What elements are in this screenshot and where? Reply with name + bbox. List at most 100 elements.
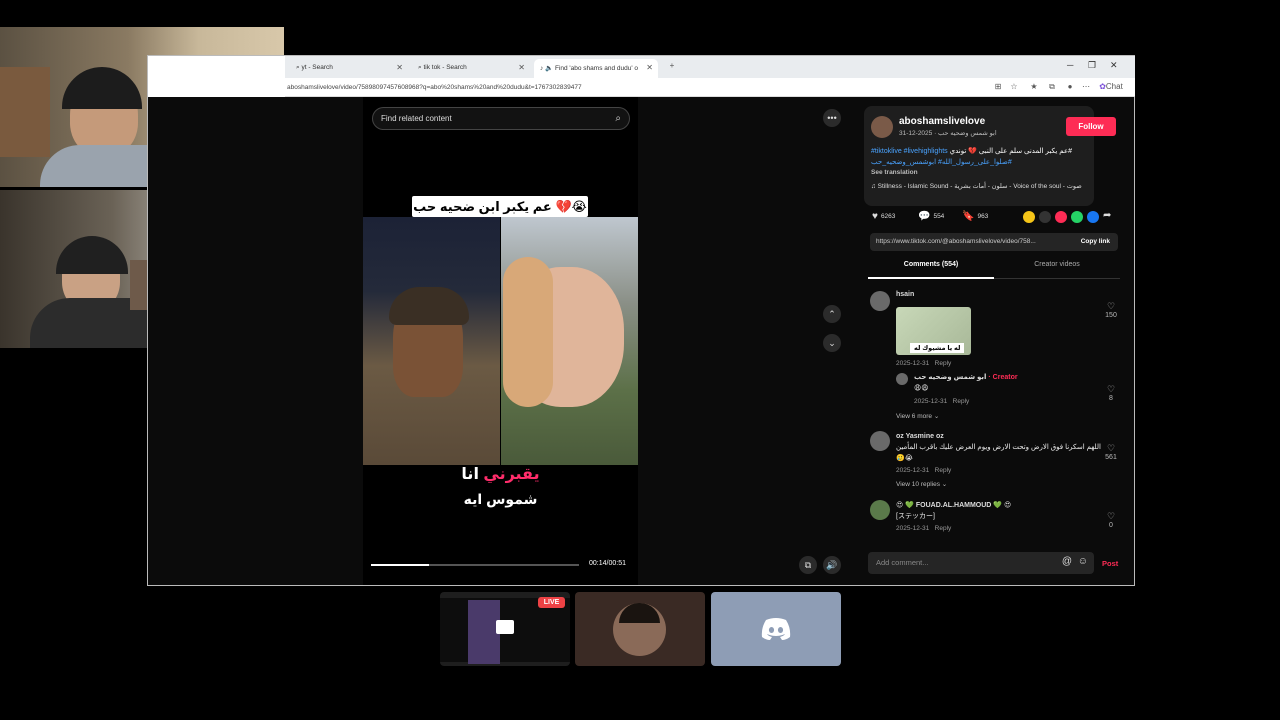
heart-icon: ♡ xyxy=(1106,384,1116,394)
commenter-avatar[interactable] xyxy=(870,500,890,520)
video-caption-line2: شموس ايه xyxy=(463,491,538,507)
tab-creator-videos[interactable]: Creator videos xyxy=(994,261,1120,279)
reply-avatar[interactable] xyxy=(896,373,908,385)
save-count[interactable]: 🔖 963 xyxy=(962,211,988,222)
follow-button[interactable]: Follow xyxy=(1066,117,1116,136)
commenter-name[interactable]: oz Yasmine oz xyxy=(896,433,944,440)
extensions-icon[interactable]: ⊞ xyxy=(993,82,1003,92)
post-description: #tiktoklive #livehighlights عم يكبر المد… xyxy=(871,148,1073,155)
tab-comments[interactable]: Comments (554) xyxy=(868,261,994,279)
reply-author[interactable]: ابو شمس وضحيه حب · Creator xyxy=(914,373,1018,381)
whatsapp-icon[interactable] xyxy=(1071,211,1083,223)
star-icon[interactable]: ☆ xyxy=(1009,82,1019,92)
post-comment-button[interactable]: Post xyxy=(1102,559,1118,568)
comment-date: 2025-12-31 Reply xyxy=(896,467,952,474)
copilot-chat-button[interactable]: ✿Chat xyxy=(1097,82,1125,92)
tab-tiktok-video[interactable]: ♪ 🔈 Find 'abo shams and dudu' o ✕ xyxy=(534,59,658,78)
reply-link[interactable]: Reply xyxy=(935,360,952,367)
share-arrow-icon[interactable]: ➦ xyxy=(1103,210,1115,222)
more-icon[interactable]: ⋯ xyxy=(1081,82,1091,92)
emoji-icon[interactable]: ☺ xyxy=(1078,556,1088,567)
commenter-name[interactable]: 😍 💚 FOUAD.AL.HAMMOUD 💚 😍 xyxy=(896,501,1011,509)
more-options-icon[interactable]: ••• xyxy=(823,109,841,127)
related-search-input[interactable]: Find related content ⌕ xyxy=(372,107,630,130)
close-window-icon[interactable]: ✕ xyxy=(1110,60,1118,71)
music-info[interactable]: ♫ Stillness - Islamic Sound - سلون - أما… xyxy=(871,182,1082,190)
facebook-icon[interactable] xyxy=(1087,211,1099,223)
close-icon[interactable]: ✕ xyxy=(396,63,403,72)
discord-icon xyxy=(761,618,791,640)
commenter-avatar[interactable] xyxy=(870,431,890,451)
search-icon[interactable]: ⌕ xyxy=(615,113,621,124)
volume-icon[interactable]: 🔊 xyxy=(823,556,841,574)
screen-share-icon xyxy=(496,620,514,634)
previous-video-icon[interactable]: ⌃ xyxy=(823,305,841,323)
pip-icon[interactable]: ⧉ xyxy=(799,556,817,574)
send-icon[interactable] xyxy=(1055,211,1067,223)
reply-link[interactable]: Reply xyxy=(953,398,970,405)
headphones xyxy=(56,236,128,274)
participant-tile[interactable] xyxy=(575,592,705,666)
copilot-icon: ✿ xyxy=(1099,82,1106,91)
video-caption-top: عم يكبر ابن ضحيه حب 💔😭 xyxy=(412,196,588,217)
comment-like[interactable]: ♡ 0 xyxy=(1103,511,1119,529)
commenter-name[interactable]: hsain xyxy=(896,291,914,298)
tab-tiktok-search[interactable]: ⌕ tik tok - Search ✕ xyxy=(412,59,530,78)
minimize-icon[interactable]: ─ xyxy=(1067,60,1073,70)
heart-icon: ♡ xyxy=(1106,443,1116,453)
post-description-tags[interactable]: صلوا_على_رسول_الله# ابوشمس_وضحيه_حب# xyxy=(871,158,1111,166)
comment-like[interactable]: ♡ 561 xyxy=(1103,443,1119,461)
beanie xyxy=(389,287,469,325)
embed-icon[interactable] xyxy=(1039,211,1051,223)
share-icon-1[interactable] xyxy=(1023,211,1035,223)
address-bar[interactable]: aboshamslivelove/video/75898097457608968… xyxy=(285,78,1135,97)
headphones xyxy=(62,67,142,109)
browser-window: ⌕ yt - Search ✕ ⌕ tik tok - Search ✕ ♪ 🔈… xyxy=(147,55,1135,586)
reply-link[interactable]: Reply xyxy=(935,525,952,532)
author-avatar[interactable] xyxy=(871,116,893,138)
reply-text: 😩😩 xyxy=(914,385,929,392)
video-progress-bar[interactable] xyxy=(371,564,579,566)
video-progress-fill xyxy=(371,564,430,566)
discord-participant-tile[interactable] xyxy=(711,592,841,666)
reply-like[interactable]: ♡ 8 xyxy=(1103,384,1119,402)
copy-link-button[interactable]: Copy link xyxy=(1081,238,1110,245)
new-tab-icon[interactable]: + xyxy=(667,61,677,71)
favorites-icon[interactable]: ★ xyxy=(1029,82,1039,92)
heart-icon: ♡ xyxy=(1106,511,1116,521)
chevron-down-icon: ⌄ xyxy=(933,413,940,420)
tab-strip: ⌕ yt - Search ✕ ⌕ tik tok - Search ✕ ♪ 🔈… xyxy=(285,56,1135,78)
author-subline: ابو شمس وضحيه حب · 2025-12-31 xyxy=(899,130,997,137)
author-username[interactable]: aboshamslivelove xyxy=(899,116,985,127)
comment-date: 2025-12-31 Reply xyxy=(896,360,952,367)
comment-text: [ステッカー] xyxy=(896,513,935,520)
view-more-replies[interactable]: View 6 more ⌄ xyxy=(896,412,939,420)
live-badge: LIVE xyxy=(538,597,565,608)
see-translation-link[interactable]: See translation xyxy=(871,169,918,176)
comment-date: 2025-12-31 Reply xyxy=(896,525,952,532)
like-count[interactable]: ♥ 6263 xyxy=(872,211,895,222)
reply-link[interactable]: Reply xyxy=(935,467,952,474)
restore-icon[interactable]: ❐ xyxy=(1088,60,1096,71)
view-replies[interactable]: View 10 replies ⌄ xyxy=(896,480,947,488)
commenter-avatar[interactable] xyxy=(870,291,890,311)
woman-hair xyxy=(503,257,553,407)
share-link-box[interactable]: https://www.tiktok.com/@aboshamslivelove… xyxy=(870,233,1118,251)
profile-icon[interactable]: ● xyxy=(1065,82,1075,92)
comment-like[interactable]: ♡ 150 xyxy=(1103,301,1119,319)
tab-yt-search[interactable]: ⌕ yt - Search ✕ xyxy=(290,59,408,78)
chevron-down-icon: ⌄ xyxy=(941,481,948,488)
heart-icon: ♥ xyxy=(872,211,878,222)
heart-icon: ♡ xyxy=(1106,301,1116,311)
close-icon[interactable]: ✕ xyxy=(646,63,653,72)
collections-icon[interactable]: ⧉ xyxy=(1047,82,1057,92)
reply-date: 2025-12-31 Reply xyxy=(914,398,970,405)
comment-text-emoji: 🥲😭 xyxy=(896,455,913,462)
speaker-icon: 🔈 xyxy=(545,65,555,72)
comment-count[interactable]: 💬 554 xyxy=(918,211,944,222)
url-text[interactable]: aboshamslivelove/video/75898097457608968… xyxy=(287,84,582,91)
mention-icon[interactable]: @ xyxy=(1062,556,1072,567)
next-video-icon[interactable]: ⌄ xyxy=(823,334,841,352)
add-comment-input[interactable]: Add comment... @ ☺ xyxy=(868,552,1094,574)
close-icon[interactable]: ✕ xyxy=(518,63,525,72)
